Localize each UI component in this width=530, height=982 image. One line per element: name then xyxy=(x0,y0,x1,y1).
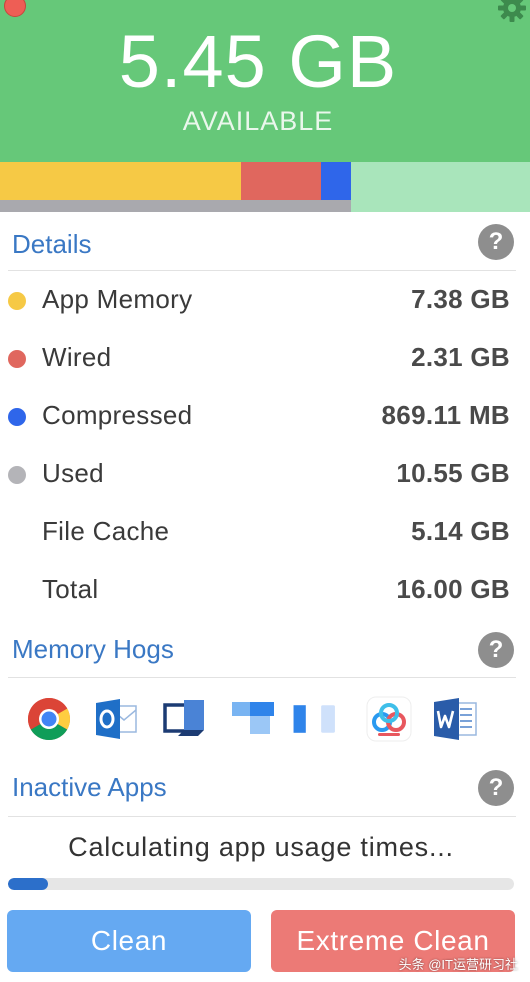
close-button[interactable] xyxy=(4,0,26,17)
inactive-apps-title: Inactive Apps xyxy=(12,772,167,802)
details-title: Details xyxy=(12,229,92,259)
inactive-apps-status: Calculating app usage times... xyxy=(68,832,454,862)
details-help-icon[interactable]: ? xyxy=(478,224,514,260)
memory-hogs-title: Memory Hogs xyxy=(12,634,174,664)
watermark: 头条 @IT运营研习社 xyxy=(398,957,518,972)
detail-label: Total xyxy=(42,574,99,604)
available-memory-label: AVAILABLE xyxy=(182,106,334,136)
detail-row: Total 16.00 GB xyxy=(0,562,530,620)
app-tiles-icon[interactable] xyxy=(230,696,276,742)
legend-dot xyxy=(8,408,26,426)
legend-dot xyxy=(8,350,26,368)
baidu-cloud-icon[interactable] xyxy=(366,696,412,742)
memory-bar-segment xyxy=(321,162,351,200)
detail-row: Compressed 869.11 MB xyxy=(0,388,530,446)
app-split-icon[interactable] xyxy=(292,696,338,742)
detail-value: 2.31 GB xyxy=(411,342,510,372)
detail-row: File Cache 5.14 GB xyxy=(0,504,530,562)
word-icon[interactable] xyxy=(432,696,478,742)
detail-value: 7.38 GB xyxy=(411,284,510,314)
detail-value: 16.00 GB xyxy=(396,574,510,604)
detail-value: 10.55 GB xyxy=(396,458,510,488)
details-divider xyxy=(8,270,516,271)
memory-used-underline xyxy=(0,200,351,212)
detail-label: App Memory xyxy=(42,284,193,314)
outlook-icon[interactable] xyxy=(94,696,140,742)
detail-row: Used 10.55 GB xyxy=(0,446,530,504)
legend-dot xyxy=(8,466,26,484)
legend-dot xyxy=(8,292,26,310)
remote-desktop-icon[interactable] xyxy=(162,696,208,742)
detail-row: App Memory 7.38 GB xyxy=(0,272,530,330)
clean-button[interactable]: Clean xyxy=(7,910,251,972)
chrome-icon[interactable] xyxy=(26,696,72,742)
inactive-apps-help-icon[interactable]: ? xyxy=(478,770,514,806)
detail-value: 5.14 GB xyxy=(411,516,510,546)
detail-label: Wired xyxy=(42,342,112,372)
memory-bar-segment xyxy=(0,162,241,200)
memory-hogs-divider xyxy=(8,677,516,678)
inactive-apps-divider xyxy=(8,816,516,817)
available-memory-value: 5.45 GB xyxy=(118,20,398,103)
detail-label: Compressed xyxy=(42,400,193,430)
gear-icon[interactable] xyxy=(496,0,528,24)
header-available: 5.45 GB AVAILABLE xyxy=(0,0,530,162)
detail-row: Wired 2.31 GB xyxy=(0,330,530,388)
memory-hogs-help-icon[interactable]: ? xyxy=(478,632,514,668)
detail-label: File Cache xyxy=(42,516,170,546)
detail-value: 869.11 MB xyxy=(381,400,510,430)
inactive-apps-progress xyxy=(8,878,514,890)
memory-bar-segment xyxy=(241,162,321,200)
detail-label: Used xyxy=(42,458,104,488)
inactive-apps-progress-fill xyxy=(8,878,49,890)
